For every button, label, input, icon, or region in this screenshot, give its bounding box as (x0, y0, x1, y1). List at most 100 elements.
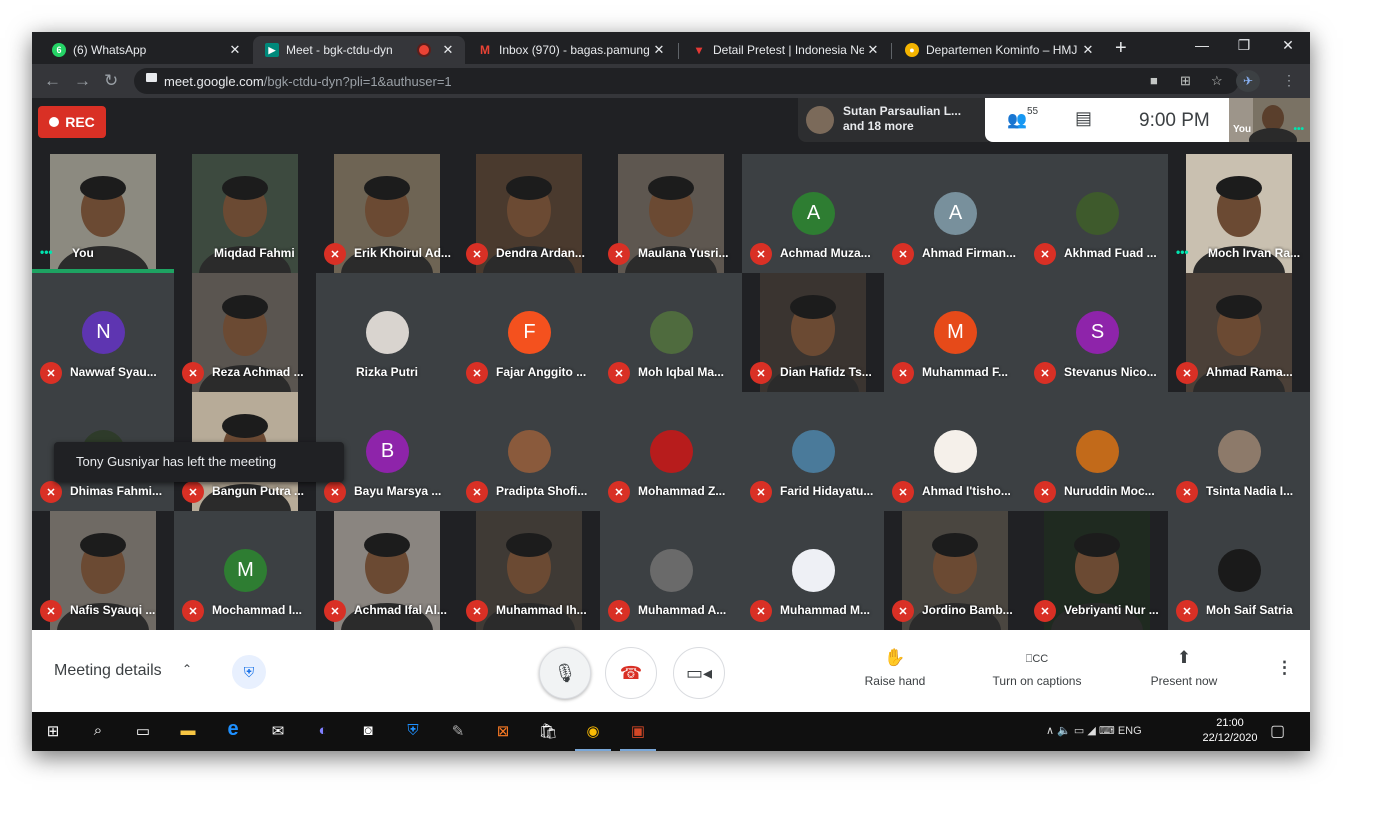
participant-tile[interactable]: ✕ Maulana Yusri... (600, 154, 742, 273)
participant-tile[interactable]: ✕ Dian Hafidz Ts... (742, 273, 884, 392)
camera-button[interactable]: ▭◂ (673, 647, 725, 699)
captions-button[interactable]: ⎕CC Turn on captions (984, 648, 1090, 688)
participant-tile[interactable]: ✕ Reza Achmad ... (174, 273, 316, 392)
more-options-icon[interactable]: ⋮ (1276, 658, 1293, 678)
participant-tile[interactable]: ✕ Moh Iqbal Ma... (600, 273, 742, 392)
eclipse-icon[interactable]: ◐ (312, 722, 334, 742)
raise-hand-button[interactable]: ✋ Raise hand (862, 648, 928, 688)
active-speakers[interactable]: Sutan Parsaulian L... and 18 more (798, 98, 988, 142)
store-icon[interactable]: 🛍 (537, 722, 559, 742)
camera-app-icon[interactable]: ◙ (357, 722, 379, 742)
language-indicator[interactable]: ENG (1118, 725, 1142, 737)
participant-tile[interactable]: ✕ Dendra Ardan... (458, 154, 600, 273)
participant-tile[interactable]: ✕ Tsinta Nadia I... (1168, 392, 1310, 511)
participant-tile[interactable]: ✕ Akhmad Fuad ... (1026, 154, 1168, 273)
participant-tile[interactable]: Miqdad Fahmi (174, 154, 316, 273)
new-tab-button[interactable]: + (1115, 37, 1127, 60)
battery-icon[interactable]: ▭ (1074, 725, 1084, 737)
participant-tile[interactable]: M ✕ Mochammad I... (174, 511, 316, 630)
more-options-icon[interactable]: ••• (1176, 245, 1189, 259)
participant-tile[interactable]: ••• Moch Irvan Ra... (1168, 154, 1310, 273)
camera-in-use-icon[interactable]: ■ (1150, 73, 1158, 88)
close-tab-icon[interactable]: ✕ (439, 42, 457, 58)
url-host: meet.google.com (164, 74, 264, 89)
bookmark-star-icon[interactable]: ☆ (1211, 73, 1223, 89)
participant-tile[interactable]: ✕ Muhammad Ih... (458, 511, 600, 630)
participant-tile[interactable]: ✕ Erik Khoirul Ad... (316, 154, 458, 273)
url-text[interactable]: meet.google.com/bgk-ctdu-dyn?pli=1&authu… (164, 74, 452, 89)
translate-icon[interactable]: ⊞ (1180, 73, 1191, 89)
close-tab-icon[interactable]: ✕ (864, 42, 882, 58)
meeting-details-button[interactable]: Meeting details (54, 662, 162, 680)
self-view-tile[interactable]: You ••• (1229, 98, 1310, 142)
participant-tile[interactable]: ✕ Muhammad A... (600, 511, 742, 630)
tab-whatsapp[interactable]: 6 (6) WhatsApp ✕ (40, 36, 252, 64)
taskbar-clock[interactable]: 21:00 22/12/2020 (1200, 716, 1260, 746)
participant-tile[interactable]: ✕ Farid Hidayatu... (742, 392, 884, 511)
participant-tile[interactable]: ✕ Ahmad I'tisho... (884, 392, 1026, 511)
keyboard-icon[interactable]: ⌨ (1099, 725, 1115, 737)
back-arrow-icon[interactable]: ← (44, 71, 61, 91)
participant-tile[interactable]: ✕ Jordino Bamb... (884, 511, 1026, 630)
defender-icon[interactable]: ⛨ (402, 722, 424, 742)
participant-tile[interactable]: S ✕ Stevanus Nico... (1026, 273, 1168, 392)
edge-icon[interactable]: e (222, 718, 244, 740)
more-options-icon[interactable]: ••• (40, 245, 53, 259)
minimize-button[interactable]: — (1182, 37, 1222, 53)
notifications-icon[interactable]: ▢ (1270, 721, 1285, 741)
forward-arrow-icon[interactable]: → (74, 71, 91, 91)
participant-tile[interactable]: ✕ Moh Saif Satria (1168, 511, 1310, 630)
participant-tile[interactable]: N ✕ Nawwaf Syau... (32, 273, 174, 392)
participant-tile[interactable]: ✕ Ahmad Rama... (1168, 273, 1310, 392)
participant-tile[interactable]: M ✕ Muhammad F... (884, 273, 1026, 392)
chevron-up-icon[interactable]: ∧ (1046, 725, 1054, 737)
microphone-button[interactable]: 🎙 (539, 647, 591, 699)
present-now-button[interactable]: ⬆ Present now (1144, 648, 1224, 688)
leave-call-button[interactable]: ☎ (605, 647, 657, 699)
recording-badge[interactable]: REC (38, 106, 106, 138)
task-view-icon[interactable]: ▭ (132, 722, 154, 742)
tab-kominfo[interactable]: ● Departemen Kominfo – HMJ T ✕ (893, 36, 1105, 64)
close-tab-icon[interactable]: ✕ (226, 42, 244, 58)
host-controls-shield-icon[interactable]: ⛨ (232, 655, 266, 689)
system-tray: ∧ 🔈 ▭ ◢ ⌨ ENG (1046, 724, 1142, 737)
participant-tile[interactable]: ✕ Nafis Syauqi ... (32, 511, 174, 630)
restore-button[interactable]: ❐ (1224, 37, 1264, 54)
close-window-button[interactable]: ✕ (1268, 37, 1308, 54)
file-explorer-icon[interactable]: ▬ (177, 722, 199, 742)
lock-icon[interactable] (146, 73, 157, 82)
participant-tile[interactable]: ✕ Nuruddin Moc... (1026, 392, 1168, 511)
wifi-icon[interactable]: ◢ (1087, 725, 1095, 737)
paint-icon[interactable]: ✎ (447, 722, 469, 742)
participant-tile[interactable]: ✕ Pradipta Shofi... (458, 392, 600, 511)
participant-tile[interactable]: Rizka Putri (316, 273, 458, 392)
participant-tile[interactable]: A ✕ Ahmad Firman... (884, 154, 1026, 273)
chrome-icon[interactable]: ◉ (582, 722, 604, 742)
close-tab-icon[interactable]: ✕ (1079, 42, 1097, 58)
participant-tile[interactable]: F ✕ Fajar Anggito ... (458, 273, 600, 392)
chevron-up-icon[interactable]: ⌃ (182, 662, 192, 676)
windows-start-icon[interactable]: ⊞ (42, 722, 64, 742)
tab-gmail[interactable]: M Inbox (970) - bagas.pamungka ✕ (466, 36, 676, 64)
more-options-icon[interactable]: ••• (1293, 124, 1304, 135)
participant-tile[interactable]: ✕ Muhammad M... (742, 511, 884, 630)
tab-indonesia-next[interactable]: ▾ Detail Pretest | Indonesia Next ✕ (680, 36, 890, 64)
powerpoint-icon[interactable]: ▣ (627, 722, 649, 742)
search-icon[interactable]: ⌕ (87, 722, 109, 742)
participant-tile[interactable]: ✕ Achmad Ifal Al... (316, 511, 458, 630)
profile-avatar-icon[interactable]: ✈ (1236, 70, 1260, 92)
participant-tile[interactable]: A ✕ Achmad Muza... (742, 154, 884, 273)
participant-tile[interactable]: ✕ Mohammad Z... (600, 392, 742, 511)
tab-meet[interactable]: ▶ Meet - bgk-ctdu-dyn ✕ (253, 36, 465, 64)
mail-icon[interactable]: ✉ (267, 722, 289, 742)
volume-icon[interactable]: 🔈 (1057, 725, 1071, 737)
chat-icon[interactable]: ▤ (1075, 108, 1092, 129)
close-tab-icon[interactable]: ✕ (650, 42, 668, 58)
url-bar[interactable]: meet.google.com/bgk-ctdu-dyn?pli=1&authu… (134, 68, 1239, 94)
participant-tile[interactable]: ••• You (32, 154, 174, 273)
browser-menu-icon[interactable]: ⋮ (1282, 72, 1296, 89)
reload-icon[interactable]: ↻ (104, 71, 118, 91)
xampp-icon[interactable]: ⊠ (492, 722, 514, 742)
participant-tile[interactable]: ✕ Vebriyanti Nur ... (1026, 511, 1168, 630)
people-icon[interactable]: 👥 (1007, 110, 1027, 130)
